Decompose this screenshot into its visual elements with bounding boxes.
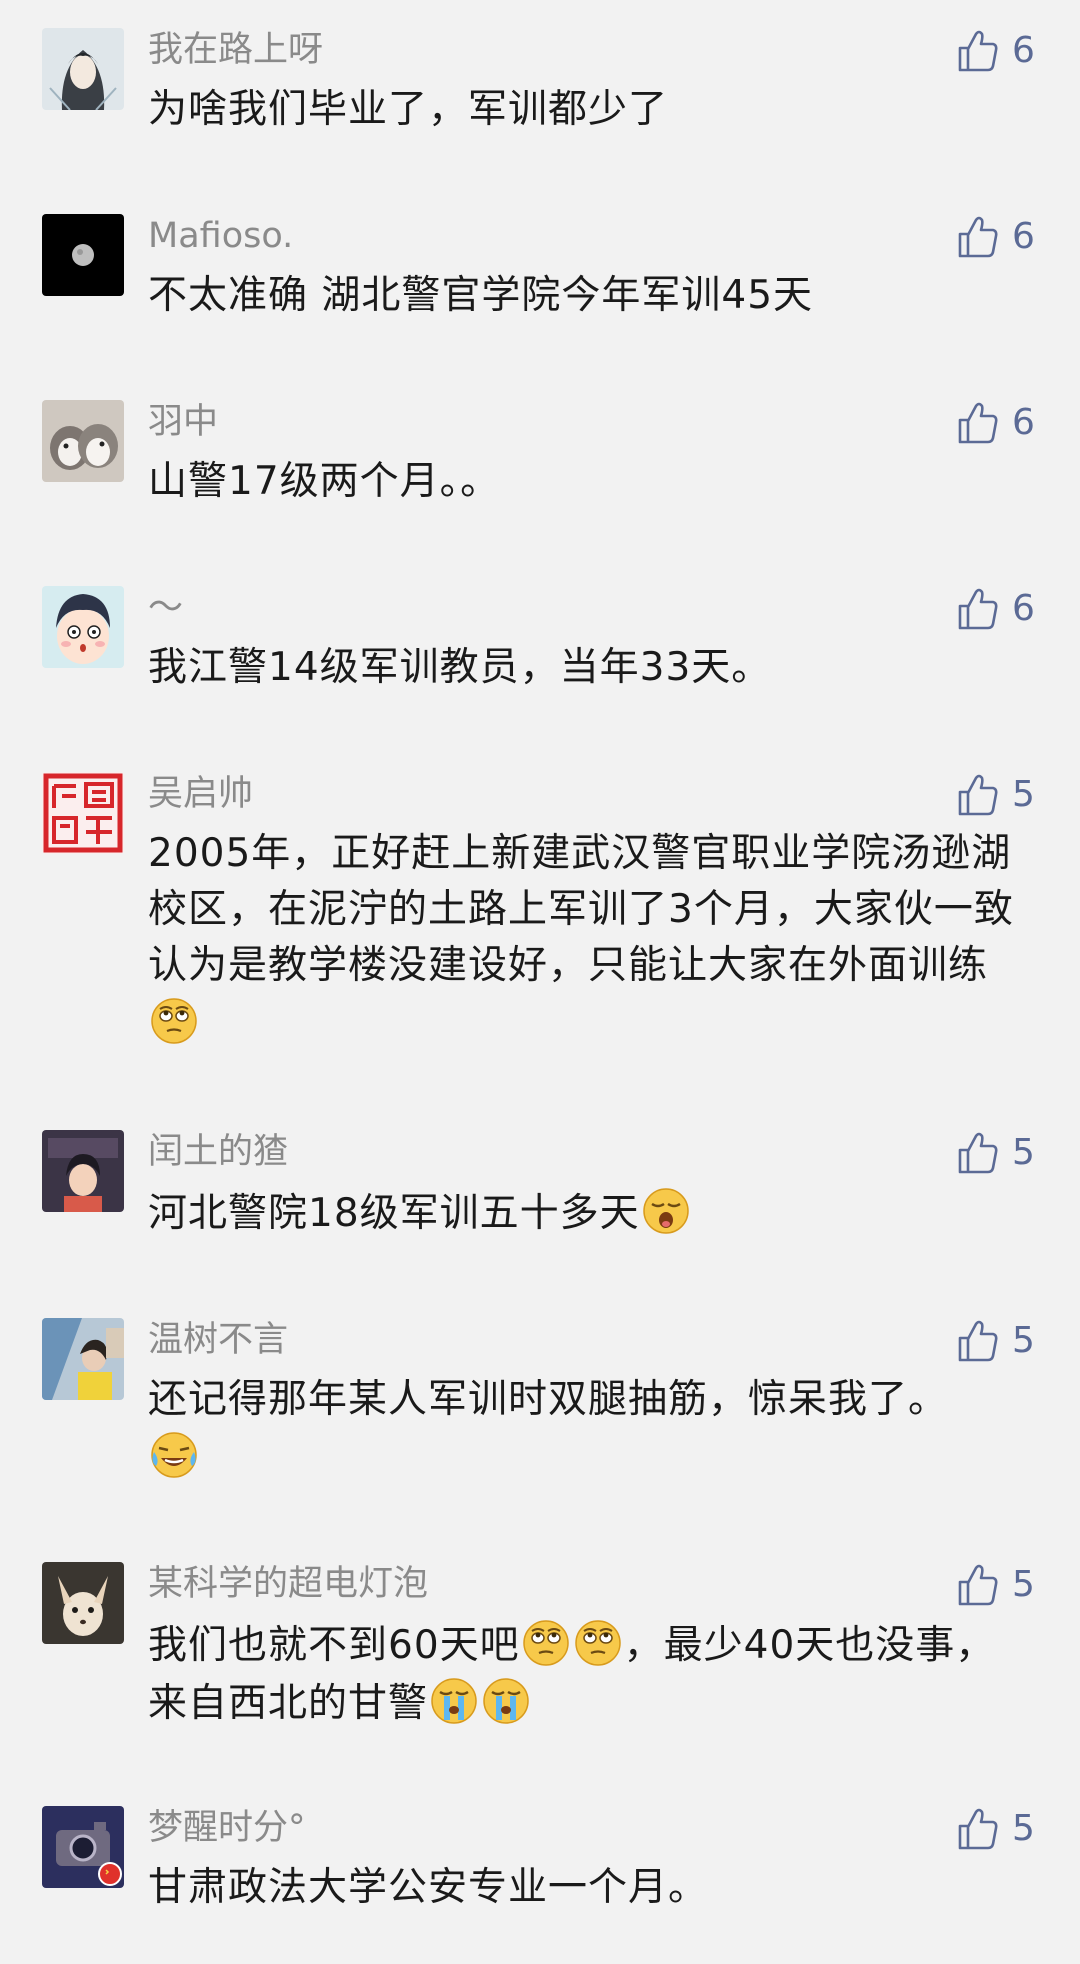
thumbs-up-icon — [958, 1132, 998, 1174]
thumbs-up-icon — [958, 774, 998, 816]
like-count: 5 — [1012, 1564, 1035, 1605]
comment-username[interactable]: 羽中 — [148, 400, 218, 444]
avatar[interactable] — [42, 772, 124, 854]
comment-text-body: 河北警院18级军训五十多天 — [148, 1191, 640, 1236]
cry-emoji-icon — [428, 1674, 480, 1726]
eye-roll-emoji-icon — [572, 1616, 624, 1668]
like-count: 6 — [1012, 588, 1035, 629]
like-button[interactable]: 6 — [958, 214, 1035, 260]
like-count: 6 — [1012, 402, 1035, 443]
eye-roll-emoji-icon — [520, 1616, 572, 1668]
comment-text: 我江警14级军训教员，当年33天。 — [148, 645, 772, 690]
like-button[interactable]: 5 — [958, 1318, 1035, 1364]
comment-username[interactable]: 某科学的超电灯泡 — [148, 1562, 428, 1606]
avatar[interactable] — [42, 214, 124, 296]
like-count: 6 — [1012, 30, 1035, 71]
comment-text-body: 2005年，正好赶上新建武汉警官职业学院汤逊湖校区，在泥泞的土路上军训了3个月，… — [148, 831, 1014, 988]
comment-text-body: 我们也就不到60天吧 — [148, 1623, 520, 1668]
like-count: 5 — [1012, 774, 1035, 815]
laugh-cry-emoji-icon — [148, 1428, 200, 1480]
avatar[interactable] — [42, 1806, 124, 1888]
avatar[interactable] — [42, 28, 124, 110]
comment-username[interactable]: 吴启帅 — [148, 772, 253, 816]
like-button[interactable]: 5 — [958, 772, 1035, 818]
thumbs-up-icon — [958, 1564, 998, 1606]
like-count: 5 — [1012, 1320, 1035, 1361]
cry-emoji-icon — [480, 1674, 532, 1726]
avatar[interactable] — [42, 400, 124, 482]
thumbs-up-icon — [958, 588, 998, 630]
avatar[interactable] — [42, 586, 124, 668]
comment-text: 甘肃政法大学公安专业一个月。 — [148, 1865, 709, 1910]
thumbs-up-icon — [958, 216, 998, 258]
eye-roll-emoji-icon — [148, 994, 200, 1046]
like-button[interactable]: 5 — [958, 1130, 1035, 1176]
like-count: 5 — [1012, 1132, 1035, 1173]
comment-text: 山警17级两个月。。 — [148, 459, 501, 504]
thumbs-up-icon — [958, 1320, 998, 1362]
comment-text: 不太准确 湖北警官学院今年军训45天 — [148, 273, 814, 318]
comment-username[interactable]: 我在路上呀 — [148, 28, 323, 72]
like-count: 6 — [1012, 216, 1035, 257]
comment-username[interactable]: 梦醒时分° — [148, 1806, 306, 1850]
like-button[interactable]: 5 — [958, 1806, 1035, 1852]
thumbs-up-icon — [958, 1808, 998, 1850]
comment-username[interactable]: ～ — [148, 586, 183, 630]
like-button[interactable]: 6 — [958, 400, 1035, 446]
yawn-emoji-icon — [640, 1184, 692, 1236]
like-button[interactable]: 6 — [958, 586, 1035, 632]
comment-username[interactable]: Mafioso. — [148, 214, 293, 258]
comment-text-body: 还记得那年某人军训时双腿抽筋，惊呆我了。 — [148, 1377, 949, 1422]
comment-username[interactable]: 闰土的猹 — [148, 1130, 288, 1174]
like-button[interactable]: 6 — [958, 28, 1035, 74]
avatar[interactable] — [42, 1130, 124, 1212]
thumbs-up-icon — [958, 30, 998, 72]
comment-text: 我们也就不到60天吧 ，最少40天也没事，来自西北的甘警 — [148, 1616, 1028, 1732]
comment-username[interactable]: 温树不言 — [148, 1318, 288, 1362]
comment-text: 2005年，正好赶上新建武汉警官职业学院汤逊湖校区，在泥泞的土路上军训了3个月，… — [148, 826, 1028, 1052]
avatar[interactable] — [42, 1318, 124, 1400]
comment-text: 还记得那年某人军训时双腿抽筋，惊呆我了。 — [148, 1372, 1028, 1486]
like-count: 5 — [1012, 1808, 1035, 1849]
like-button[interactable]: 5 — [958, 1562, 1035, 1608]
comment-text: 河北警院18级军训五十多天 — [148, 1184, 1028, 1242]
thumbs-up-icon — [958, 402, 998, 444]
comment-text: 为啥我们毕业了，军训都少了 — [148, 87, 669, 132]
avatar[interactable] — [42, 1562, 124, 1644]
